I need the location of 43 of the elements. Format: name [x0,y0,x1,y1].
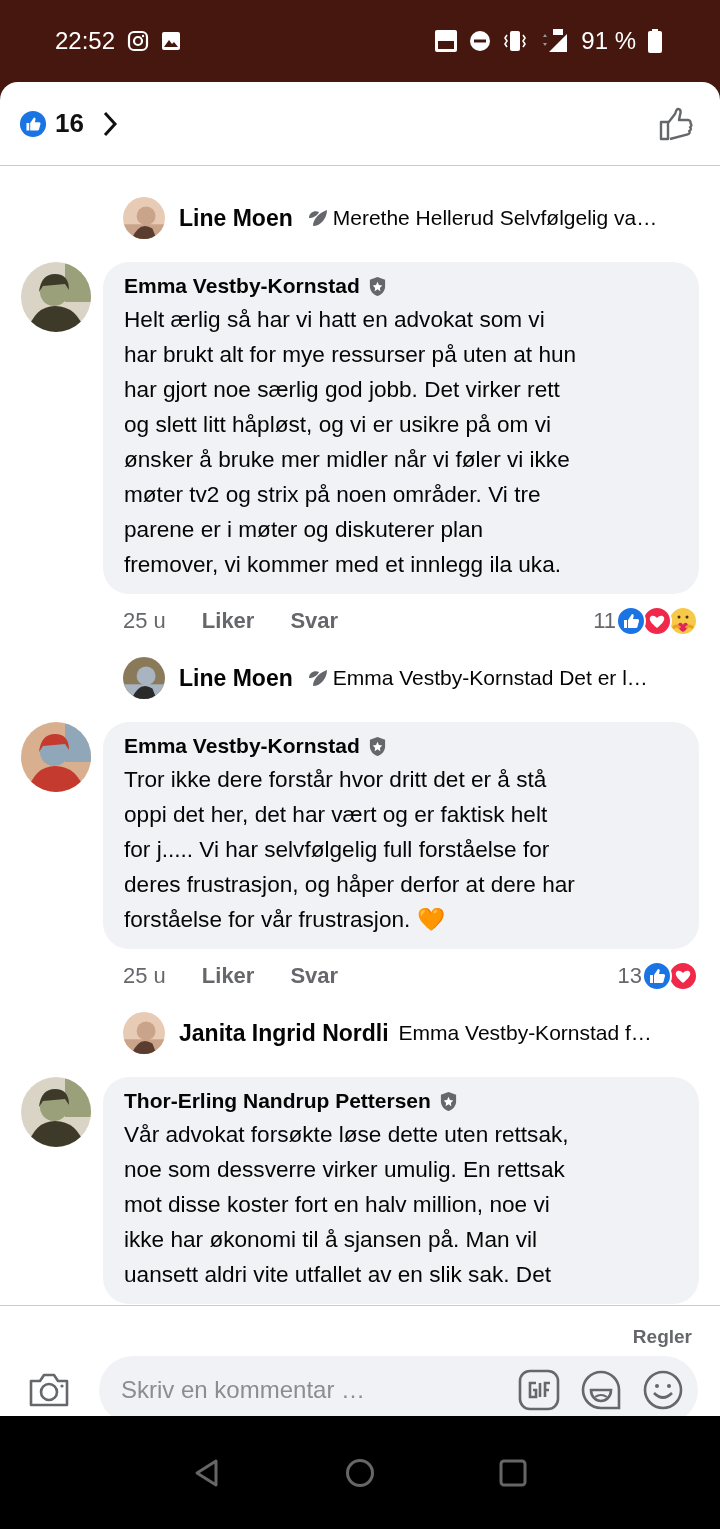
status-time: 22:52 [55,27,116,55]
sticker-icon[interactable] [580,1369,622,1411]
comment-age: 25 u [123,963,166,989]
commenter-name[interactable]: Janita Ingrid Nordli [179,1019,389,1047]
image-icon [161,31,182,51]
volte-icon [435,30,458,52]
reply-link[interactable]: Svar [290,963,339,989]
like-reaction-icon[interactable] [19,109,47,138]
thumbs-up-icon[interactable] [658,105,694,142]
like-link[interactable]: Liker [201,608,255,634]
camera-icon[interactable] [27,1371,71,1409]
shield-badge-icon [367,275,387,297]
commenter-name[interactable]: Line Moen [179,204,293,232]
commenter-name[interactable]: Emma Vestby-Kornstad [124,274,360,298]
battery-percent: 91 % [581,27,636,55]
comment-text: Helt ærlig så har vi hatt en advokat som vi har brukt alt for mye ressurser på uten at hun har gjort noe særlig god jobb. Det virker rett og slett litt håpløst, og vi er usikre på om vi ønsker å bruke mer midler når vi føler vi ikke møter tv2 og strix på noen områder. Vi tre parene er i møter og diskuterer plan fremover, vi kommer med et innlegg ila uka. [124,306,578,579]
chevron-right-icon[interactable] [101,109,118,138]
shield-badge-icon [367,735,387,757]
recents-icon[interactable] [498,1457,529,1488]
do-not-disturb-icon [469,30,492,52]
commenter-name[interactable]: Emma Vestby-Kornstad [124,734,360,758]
reply-preview[interactable]: Emma Vestby-Kornstad f… [398,1021,652,1045]
vibrate-icon [503,30,528,52]
comment-text: Vår advokat forsøkte løse dette uten rettsak, noe som dessverre virker umulig. En rettsak mot disse koster fort en halv million, noe vi ikke har økonomi til å sjansen på. Man vil uansett aldri vite utfallet av en slik sak. Det [124,1121,570,1289]
battery-icon [648,29,662,53]
reaction-count[interactable]: 13 [617,963,642,989]
shield-badge-icon [438,1090,458,1112]
camera-app-icon [127,30,150,52]
comment-input-field[interactable]: Skriv en kommentar … [119,1375,498,1405]
commenter-name[interactable]: Thor-Erling Nandrup Pettersen [124,1089,431,1113]
reply-link[interactable]: Svar [290,608,339,634]
reply-preview[interactable]: Emma Vestby-Kornstad Det er l… [332,666,648,690]
like-count[interactable]: 16 [55,108,84,139]
like-link[interactable]: Liker [201,963,255,989]
reply-preview[interactable]: Merethe Hellerud Selvfølgelig va… [332,206,658,230]
emoji-icon[interactable] [642,1369,684,1411]
comment-text: Tror ikke dere forstår hvor dritt det er å stå oppi det her, det har vært og er faktisk helt for j..... Vi har selvfølgelig full forståelse for deres frustrasjon, og håper derfor at dere har forståelse for vår frustrasjon. 🧡 [124,766,576,934]
commenter-name[interactable]: Line Moen [179,664,293,692]
home-icon[interactable] [345,1457,375,1488]
comment-age: 25 u [123,608,166,634]
reaction-count[interactable]: 11 [593,608,616,634]
gif-icon[interactable] [518,1369,560,1411]
rules-link[interactable]: Regler [632,1326,692,1348]
